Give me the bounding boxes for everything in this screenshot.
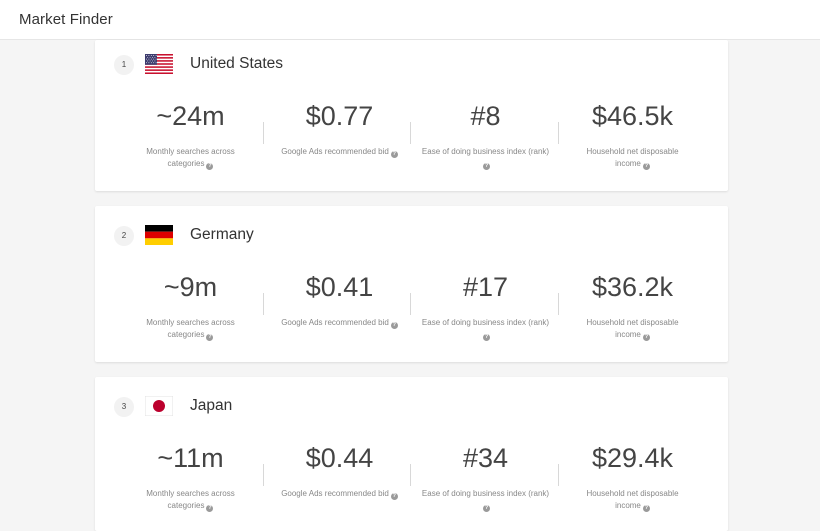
ease-label: Ease of doing business index (rank)? xyxy=(421,147,550,170)
income-label: Household net disposable income? xyxy=(586,147,679,170)
divider xyxy=(410,464,411,486)
de-flag-icon xyxy=(145,225,173,245)
income-label: Household net disposable income? xyxy=(586,318,679,341)
rank-badge: 2 xyxy=(114,226,134,246)
metric-bid: $0.44 Google Ads recommended bid? xyxy=(266,440,413,500)
help-icon[interactable]: ? xyxy=(390,493,398,500)
income-value: $29.4k xyxy=(591,443,674,473)
income-value: $36.2k xyxy=(591,272,674,302)
metric-income: $29.4k Household net disposable income? xyxy=(559,440,706,512)
top-bar: Market Finder xyxy=(0,0,820,40)
country-name: United States xyxy=(190,55,284,72)
card-header: 3 Japan xyxy=(95,382,728,430)
bid-value: $0.44 xyxy=(305,443,374,473)
metric-income: $46.5k Household net disposable income? xyxy=(559,98,706,170)
card-header: 2 Germany xyxy=(95,211,728,259)
help-icon[interactable]: ? xyxy=(206,163,214,170)
country-name: Japan xyxy=(190,397,233,414)
help-icon[interactable]: ? xyxy=(483,334,490,341)
metric-bid: $0.77 Google Ads recommended bid? xyxy=(266,98,413,158)
rank-badge: 1 xyxy=(114,55,134,75)
help-icon[interactable]: ? xyxy=(390,151,398,158)
market-card-us[interactable]: 1 United States ~24m Monthly searches ac… xyxy=(95,40,728,191)
ease-label: Ease of doing business index (rank)? xyxy=(421,489,550,512)
metric-ease: #34 Ease of doing business index (rank)? xyxy=(412,440,559,512)
divider xyxy=(410,293,411,315)
help-icon[interactable]: ? xyxy=(483,505,490,512)
searches-label: Monthly searches across categories? xyxy=(146,318,235,341)
divider xyxy=(410,122,411,144)
bid-label: Google Ads recommended bid? xyxy=(281,318,398,329)
help-icon[interactable]: ? xyxy=(483,163,490,170)
app-title: Market Finder xyxy=(19,11,113,28)
bid-label: Google Ads recommended bid? xyxy=(281,489,398,500)
help-icon[interactable]: ? xyxy=(206,334,214,341)
jp-flag-icon xyxy=(145,396,173,416)
ease-rank-value: #17 xyxy=(462,272,509,302)
divider xyxy=(263,464,264,486)
searches-label: Monthly searches across categories? xyxy=(146,147,235,170)
metric-searches: ~11m Monthly searches across categories? xyxy=(117,440,264,512)
market-card-jp[interactable]: 3 Japan ~11m Monthly searches across cat… xyxy=(95,377,728,531)
searches-value: ~11m xyxy=(157,443,224,473)
ease-label: Ease of doing business index (rank)? xyxy=(421,318,550,341)
bid-value: $0.41 xyxy=(305,272,374,302)
metric-ease: #8 Ease of doing business index (rank)? xyxy=(412,98,559,170)
rank-badge: 3 xyxy=(114,397,134,417)
ease-rank-value: #34 xyxy=(462,443,509,473)
bid-value: $0.77 xyxy=(305,101,374,131)
us-flag-icon xyxy=(145,54,173,74)
bid-label: Google Ads recommended bid? xyxy=(281,147,398,158)
help-icon[interactable]: ? xyxy=(642,334,650,341)
metric-searches: ~9m Monthly searches across categories? xyxy=(117,269,264,341)
help-icon[interactable]: ? xyxy=(642,163,650,170)
searches-value: ~9m xyxy=(163,272,218,302)
divider xyxy=(263,293,264,315)
searches-label: Monthly searches across categories? xyxy=(146,489,235,512)
searches-value: ~24m xyxy=(156,101,225,131)
help-icon[interactable]: ? xyxy=(390,322,398,329)
income-value: $46.5k xyxy=(591,101,674,131)
help-icon[interactable]: ? xyxy=(206,505,214,512)
metric-ease: #17 Ease of doing business index (rank)? xyxy=(412,269,559,341)
income-label: Household net disposable income? xyxy=(586,489,679,512)
metric-searches: ~24m Monthly searches across categories? xyxy=(117,98,264,170)
market-card-de[interactable]: 2 Germany ~9m Monthly searches across ca… xyxy=(95,206,728,362)
card-header: 1 United States xyxy=(95,40,728,88)
metric-bid: $0.41 Google Ads recommended bid? xyxy=(266,269,413,329)
country-name: Germany xyxy=(190,226,254,243)
metric-income: $36.2k Household net disposable income? xyxy=(559,269,706,341)
help-icon[interactable]: ? xyxy=(642,505,650,512)
divider xyxy=(263,122,264,144)
ease-rank-value: #8 xyxy=(470,101,501,131)
